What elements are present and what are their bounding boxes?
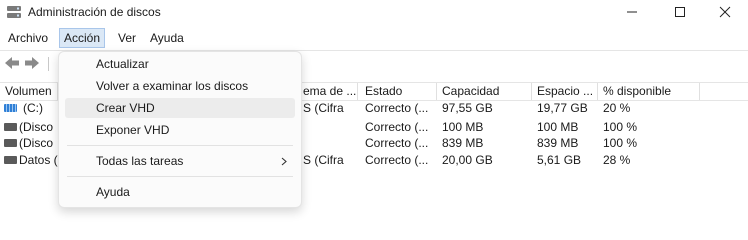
close-button[interactable] xyxy=(705,0,745,24)
cell-volume: (Disco xyxy=(19,120,54,134)
minimize-icon xyxy=(627,11,637,13)
maximize-icon xyxy=(675,7,685,17)
close-icon xyxy=(719,6,731,18)
cell-fs: S (Cifra xyxy=(303,153,344,167)
cell-volume: (Disco xyxy=(19,136,54,150)
menu-item-volver-examinar[interactable]: Volver a examinar los discos xyxy=(65,76,295,96)
menu-item-label: Volver a examinar los discos xyxy=(96,79,249,93)
cell-fs: S (Cifra xyxy=(303,101,344,115)
back-arrow-icon[interactable] xyxy=(4,56,20,70)
disk-management-icon xyxy=(7,6,21,18)
cell-free: 839 MB xyxy=(537,136,579,150)
forward-arrow-icon[interactable] xyxy=(24,56,40,70)
cell-status: Correcto (... xyxy=(365,101,429,115)
cell-fs xyxy=(298,119,360,135)
cell-free: 5,61 GB xyxy=(537,153,582,167)
cell-status: Correcto (... xyxy=(365,153,429,167)
cell-volume: (C:) xyxy=(23,101,43,115)
accion-dropdown-menu: Actualizar Volver a examinar los discos … xyxy=(58,51,302,208)
menu-archivo[interactable]: Archivo xyxy=(5,29,51,47)
column-header-sistema[interactable]: ema de ... xyxy=(298,83,358,100)
cell-free: 19,77 GB xyxy=(537,101,588,115)
cell-fs xyxy=(298,135,360,151)
menu-item-ayuda[interactable]: Ayuda xyxy=(65,182,295,202)
cell-capacity: 97,55 GB xyxy=(442,101,493,115)
cell-free: 100 MB xyxy=(537,120,579,134)
menu-item-label: Todas las tareas xyxy=(96,154,184,168)
menu-item-exponer-vhd[interactable]: Exponer VHD xyxy=(65,120,295,140)
menu-bar: Archivo Acción Ver Ayuda xyxy=(0,27,748,49)
cell-pct: 28 % xyxy=(603,153,631,167)
column-header-capacidad[interactable]: Capacidad xyxy=(437,83,532,100)
menu-item-label: Exponer VHD xyxy=(96,123,170,137)
menu-item-actualizar[interactable]: Actualizar xyxy=(65,54,295,74)
cell-volume: Datos ( xyxy=(19,153,58,167)
cell-capacity: 839 MB xyxy=(442,136,484,150)
menu-ver[interactable]: Ver xyxy=(115,29,139,47)
menu-separator xyxy=(67,176,293,177)
column-header-volumen[interactable]: Volumen xyxy=(0,83,58,100)
maximize-button[interactable] xyxy=(660,0,700,24)
menu-item-label: Actualizar xyxy=(96,57,149,71)
cell-capacity: 100 MB xyxy=(442,120,484,134)
cell-status: Correcto (... xyxy=(365,136,429,150)
cell-pct: 100 % xyxy=(603,136,638,150)
menu-item-label: Crear VHD xyxy=(96,101,155,115)
menu-item-todas-tareas[interactable]: Todas las tareas xyxy=(65,151,295,171)
minimize-button[interactable] xyxy=(612,0,652,24)
menu-accion[interactable]: Acción xyxy=(59,28,106,48)
title-bar: Administración de discos xyxy=(0,0,748,26)
toolbar-separator xyxy=(48,57,49,71)
column-header-disponible[interactable]: % disponible xyxy=(598,83,700,100)
drive-striped-icon xyxy=(4,104,17,112)
cell-pct: 20 % xyxy=(603,101,631,115)
menu-separator xyxy=(67,145,293,146)
chevron-right-icon xyxy=(281,157,287,166)
column-header-estado[interactable]: Estado xyxy=(360,83,437,100)
column-header-espacio[interactable]: Espacio ... xyxy=(532,83,598,100)
cell-pct: 100 % xyxy=(603,120,638,134)
menu-item-crear-vhd[interactable]: Crear VHD xyxy=(65,98,295,118)
cell-status: Correcto (... xyxy=(365,120,429,134)
menu-item-label: Ayuda xyxy=(96,185,130,199)
window-title: Administración de discos xyxy=(28,5,161,19)
menu-ayuda[interactable]: Ayuda xyxy=(147,29,187,47)
cell-capacity: 20,00 GB xyxy=(442,153,493,167)
